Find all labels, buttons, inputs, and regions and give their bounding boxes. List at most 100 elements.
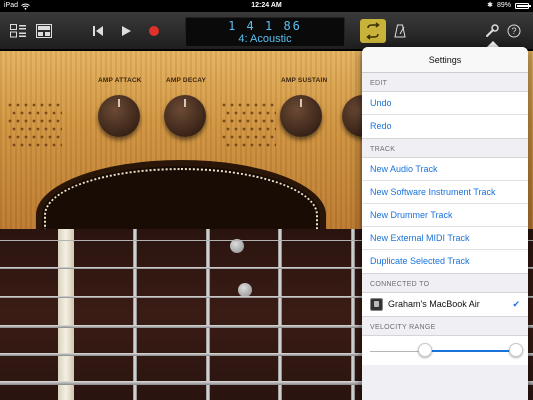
- vent-dot: [262, 135, 266, 139]
- section-header-velocity-range: VELOCITY RANGE: [370, 324, 436, 331]
- help-icon: ?: [507, 24, 521, 38]
- connected-device-name: Graham's MacBook Air: [388, 299, 480, 309]
- vent-dot: [246, 119, 250, 123]
- vent-dot: [40, 135, 44, 139]
- vent-dot: [36, 111, 40, 115]
- knob-label-amp-decay: AMP DECAY: [166, 77, 207, 84]
- control-bar: 1 4 1 86 4: Acoustic ?: [0, 12, 533, 50]
- vent-dot: [44, 127, 48, 131]
- vent-dot: [254, 103, 258, 107]
- vent-dot: [8, 103, 12, 107]
- vent-dot: [266, 111, 270, 115]
- vent-dot: [246, 135, 250, 139]
- svg-text:?: ?: [511, 26, 516, 36]
- vent-dot: [234, 143, 238, 147]
- status-bar: iPad 12:24 AM ✱ 89%: [0, 0, 533, 12]
- vent-dot: [242, 143, 246, 147]
- vent-dot: [16, 135, 20, 139]
- lcd-position: 1 4 1 86: [228, 19, 302, 33]
- loop-button[interactable]: [360, 19, 386, 43]
- vent-dot: [28, 127, 32, 131]
- new-drummer-track-button[interactable]: New Drummer Track: [362, 204, 528, 227]
- vent-dot: [254, 135, 258, 139]
- vent-dot: [52, 111, 56, 115]
- checkmark-icon: ✔: [512, 299, 520, 309]
- fret: [206, 229, 210, 400]
- vent-dot: [270, 103, 274, 107]
- undo-button[interactable]: Undo: [362, 92, 528, 115]
- vent-dot: [52, 143, 56, 147]
- vent-dot: [16, 119, 20, 123]
- redo-button[interactable]: Redo: [362, 115, 528, 138]
- vent-dot: [250, 111, 254, 115]
- vent-dot: [48, 119, 52, 123]
- play-icon: [122, 26, 131, 36]
- vent-dot: [60, 111, 62, 115]
- vent-dot: [20, 111, 24, 115]
- vent-dot: [44, 143, 48, 147]
- vent-dot: [36, 143, 40, 147]
- vent-dot: [258, 143, 262, 147]
- vent-dot: [250, 127, 254, 131]
- velocity-range-slider[interactable]: [362, 335, 528, 365]
- vent-dot: [56, 103, 60, 107]
- vent-dot: [222, 103, 226, 107]
- tracks-view-button[interactable]: [36, 23, 52, 39]
- vent-dot: [32, 135, 36, 139]
- vent-dot: [238, 119, 242, 123]
- settings-title: Settings: [362, 47, 528, 73]
- new-external-midi-track-button[interactable]: New External MIDI Track: [362, 227, 528, 250]
- settings-button[interactable]: [484, 23, 500, 39]
- vent-dot: [16, 103, 20, 107]
- rewind-icon: [93, 26, 103, 36]
- section-header-edit: EDIT: [370, 80, 388, 87]
- record-button[interactable]: [146, 23, 162, 39]
- vent-dot: [222, 119, 226, 123]
- record-icon: [149, 26, 159, 36]
- vent-dot: [246, 103, 250, 107]
- vent-dot: [12, 143, 16, 147]
- browser-button[interactable]: [10, 23, 26, 39]
- vent-dot: [12, 127, 16, 131]
- knob-label-amp-sustain: AMP SUSTAIN: [281, 77, 328, 84]
- bluetooth-icon: ✱: [487, 2, 493, 9]
- vent-dot: [44, 111, 48, 115]
- vent-dot: [270, 135, 274, 139]
- vent-dot: [234, 111, 238, 115]
- go-to-beginning-button[interactable]: [90, 23, 106, 39]
- knob-label-amp-attack: AMP ATTACK: [98, 77, 142, 84]
- guitar-nut: [58, 229, 74, 400]
- wrench-icon: [486, 24, 499, 37]
- amp-decay-knob[interactable]: [164, 95, 206, 137]
- play-button[interactable]: [118, 23, 134, 39]
- macbook-icon: [370, 298, 383, 311]
- velocity-low-thumb[interactable]: [418, 343, 433, 357]
- vent-dot: [8, 135, 12, 139]
- vent-dot: [56, 119, 60, 123]
- new-audio-track-button[interactable]: New Audio Track: [362, 158, 528, 181]
- vent-dot: [24, 103, 28, 107]
- vent-dots-left: [8, 103, 62, 147]
- vent-dot: [32, 119, 36, 123]
- clock: 12:24 AM: [251, 2, 282, 9]
- vent-dot: [24, 119, 28, 123]
- vent-dot: [226, 111, 230, 115]
- amp-sustain-knob[interactable]: [280, 95, 322, 137]
- vent-dot: [238, 135, 242, 139]
- vent-dot: [274, 127, 276, 131]
- velocity-high-thumb[interactable]: [509, 343, 523, 357]
- vent-dot: [230, 119, 234, 123]
- battery-percent: 89%: [496, 2, 511, 9]
- vent-dot: [254, 119, 258, 123]
- vent-dot: [20, 127, 24, 131]
- amp-attack-knob[interactable]: [98, 95, 140, 137]
- vent-dot: [60, 143, 62, 147]
- battery-icon: [515, 3, 531, 9]
- metronome-button[interactable]: [392, 23, 408, 39]
- lcd-display[interactable]: 1 4 1 86 4: Acoustic: [185, 17, 345, 47]
- duplicate-selected-track-button[interactable]: Duplicate Selected Track: [362, 250, 528, 273]
- help-button[interactable]: ?: [506, 23, 522, 39]
- metronome-icon: [394, 24, 406, 38]
- connected-device-row[interactable]: Graham's MacBook Air ✔: [362, 293, 528, 316]
- new-software-instrument-track-button[interactable]: New Software Instrument Track: [362, 181, 528, 204]
